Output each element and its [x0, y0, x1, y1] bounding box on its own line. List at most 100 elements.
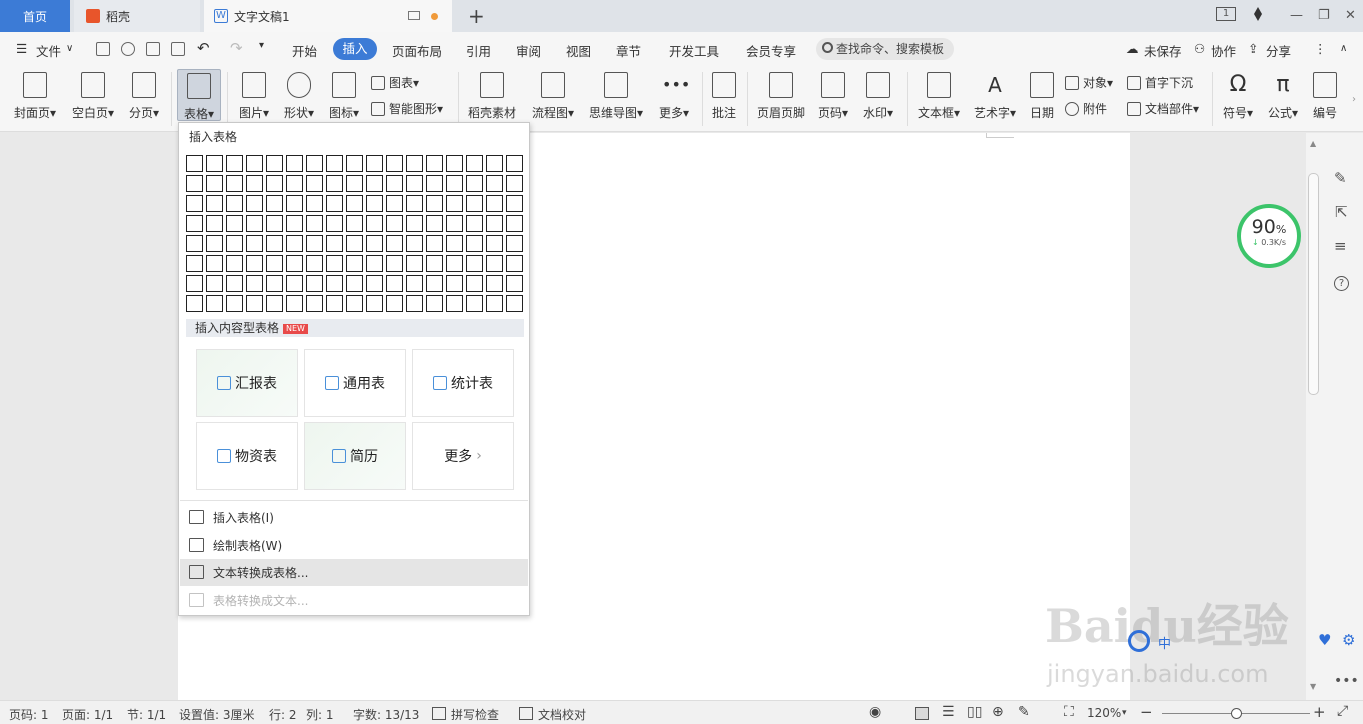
- status-col[interactable]: 列: 1: [306, 706, 334, 723]
- menu-chapter[interactable]: 章节: [616, 41, 641, 60]
- table-grid-cell[interactable]: [306, 215, 323, 232]
- table-grid-cell[interactable]: [486, 235, 503, 252]
- table-grid-cell[interactable]: [506, 295, 523, 312]
- table-grid-cell[interactable]: [186, 235, 203, 252]
- table-grid-cell[interactable]: [186, 295, 203, 312]
- table-grid-cell[interactable]: [226, 275, 243, 292]
- table-grid-cell[interactable]: [486, 195, 503, 212]
- zoom-out-icon[interactable]: −: [1140, 703, 1153, 721]
- print-preview-icon[interactable]: [171, 42, 185, 56]
- help-icon[interactable]: ?: [1334, 276, 1349, 291]
- table-grid-cell[interactable]: [366, 275, 383, 292]
- table-grid-cell[interactable]: [246, 295, 263, 312]
- minimize-icon[interactable]: —: [1290, 8, 1303, 23]
- vertical-scrollbar[interactable]: ▲ ▼: [1306, 133, 1322, 700]
- table-grid-cell[interactable]: [246, 155, 263, 172]
- table-grid-cell[interactable]: [446, 295, 463, 312]
- header-footer-button[interactable]: 页眉页脚: [754, 70, 808, 121]
- table-grid-cell[interactable]: [206, 295, 223, 312]
- table-grid-cell[interactable]: [326, 275, 343, 292]
- watermark-button[interactable]: 水印▾: [858, 70, 898, 121]
- pointer-icon[interactable]: ⇱: [1335, 203, 1348, 221]
- card-materials-table[interactable]: 物资表: [196, 422, 298, 490]
- attachment-button[interactable]: 附件: [1065, 100, 1107, 117]
- table-grid-cell[interactable]: [306, 195, 323, 212]
- table-grid-cell[interactable]: [486, 175, 503, 192]
- table-grid-cell[interactable]: [386, 155, 403, 172]
- screen-icon[interactable]: [408, 11, 420, 20]
- table-grid-cell[interactable]: [326, 255, 343, 272]
- table-grid-cell[interactable]: [406, 195, 423, 212]
- table-grid-cell[interactable]: [186, 215, 203, 232]
- table-grid-cell[interactable]: [346, 255, 363, 272]
- table-grid-cell[interactable]: [486, 295, 503, 312]
- table-grid-cell[interactable]: [186, 155, 203, 172]
- table-grid-cell[interactable]: [326, 195, 343, 212]
- table-grid-cell[interactable]: [346, 215, 363, 232]
- table-grid-cell[interactable]: [466, 215, 483, 232]
- table-grid-cell[interactable]: [366, 295, 383, 312]
- table-grid-cell[interactable]: [266, 235, 283, 252]
- table-grid-cell[interactable]: [286, 195, 303, 212]
- table-grid-cell[interactable]: [326, 235, 343, 252]
- table-grid-cell[interactable]: [406, 295, 423, 312]
- status-row[interactable]: 行: 2: [269, 706, 297, 723]
- table-grid-cell[interactable]: [386, 175, 403, 192]
- menu-text-to-table[interactable]: 文本转换成表格...: [180, 559, 528, 586]
- table-grid-cell[interactable]: [306, 175, 323, 192]
- table-grid-cell[interactable]: [326, 215, 343, 232]
- hamburger-icon[interactable]: ☰: [16, 41, 27, 56]
- table-grid-cell[interactable]: [206, 215, 223, 232]
- table-grid-cell[interactable]: [266, 215, 283, 232]
- chevron-down-icon[interactable]: ∨: [66, 43, 73, 54]
- comment-button[interactable]: 批注: [708, 70, 740, 121]
- smartart-button[interactable]: 智能图形 ▾: [371, 100, 443, 117]
- table-grid-cell[interactable]: [386, 235, 403, 252]
- more-insert-button[interactable]: ••• 更多▾: [654, 70, 694, 121]
- table-grid-cell[interactable]: [426, 275, 443, 292]
- table-grid-cell[interactable]: [446, 155, 463, 172]
- table-grid-cell[interactable]: [226, 175, 243, 192]
- table-grid-cell[interactable]: [206, 235, 223, 252]
- ime-mode-icon[interactable]: 中: [1158, 633, 1171, 652]
- tab-document[interactable]: W 文字文稿1: [204, 0, 452, 32]
- table-grid-cell[interactable]: [206, 155, 223, 172]
- scroll-up-icon[interactable]: ▲: [1310, 139, 1316, 148]
- table-grid-cell[interactable]: [406, 175, 423, 192]
- docpart-button[interactable]: 文档部件 ▾: [1127, 100, 1199, 117]
- table-grid-cell[interactable]: [206, 175, 223, 192]
- status-pages[interactable]: 页面: 1/1: [62, 706, 113, 723]
- table-grid-cell[interactable]: [346, 235, 363, 252]
- table-grid-cell[interactable]: [286, 175, 303, 192]
- table-grid-cell[interactable]: [486, 215, 503, 232]
- table-grid-cell[interactable]: [366, 235, 383, 252]
- unsaved-label[interactable]: 未保存: [1144, 41, 1182, 60]
- table-grid-cell[interactable]: [446, 215, 463, 232]
- table-grid-cell[interactable]: [326, 155, 343, 172]
- table-grid-cell[interactable]: [186, 275, 203, 292]
- symbol-button[interactable]: Ω 符号▾: [1218, 70, 1258, 121]
- table-size-grid[interactable]: [186, 155, 526, 315]
- spell-check-label[interactable]: 拼写检查: [451, 706, 499, 723]
- table-grid-cell[interactable]: [426, 175, 443, 192]
- table-grid-cell[interactable]: [246, 195, 263, 212]
- reading-view-icon[interactable]: ▯▯: [967, 704, 982, 720]
- scroll-down-icon[interactable]: ▼: [1310, 682, 1316, 691]
- user-icon[interactable]: ⚇: [1194, 41, 1205, 56]
- table-grid-cell[interactable]: [486, 255, 503, 272]
- table-grid-cell[interactable]: [426, 155, 443, 172]
- table-grid-cell[interactable]: [426, 235, 443, 252]
- status-setting[interactable]: 设置值: 3厘米: [179, 706, 255, 723]
- card-general-table[interactable]: 通用表: [304, 349, 406, 417]
- zoom-in-icon[interactable]: +: [1313, 703, 1326, 721]
- table-grid-cell[interactable]: [466, 275, 483, 292]
- tab-home[interactable]: 首页: [0, 0, 70, 32]
- table-grid-cell[interactable]: [366, 215, 383, 232]
- shape-button[interactable]: 形状▾: [279, 70, 319, 121]
- table-grid-cell[interactable]: [446, 195, 463, 212]
- table-grid-cell[interactable]: [346, 295, 363, 312]
- new-tab-button[interactable]: +: [468, 4, 485, 28]
- page-view-icon[interactable]: [915, 707, 929, 720]
- card-resume-table[interactable]: 简历: [304, 422, 406, 490]
- table-button[interactable]: 表格▾: [177, 69, 221, 121]
